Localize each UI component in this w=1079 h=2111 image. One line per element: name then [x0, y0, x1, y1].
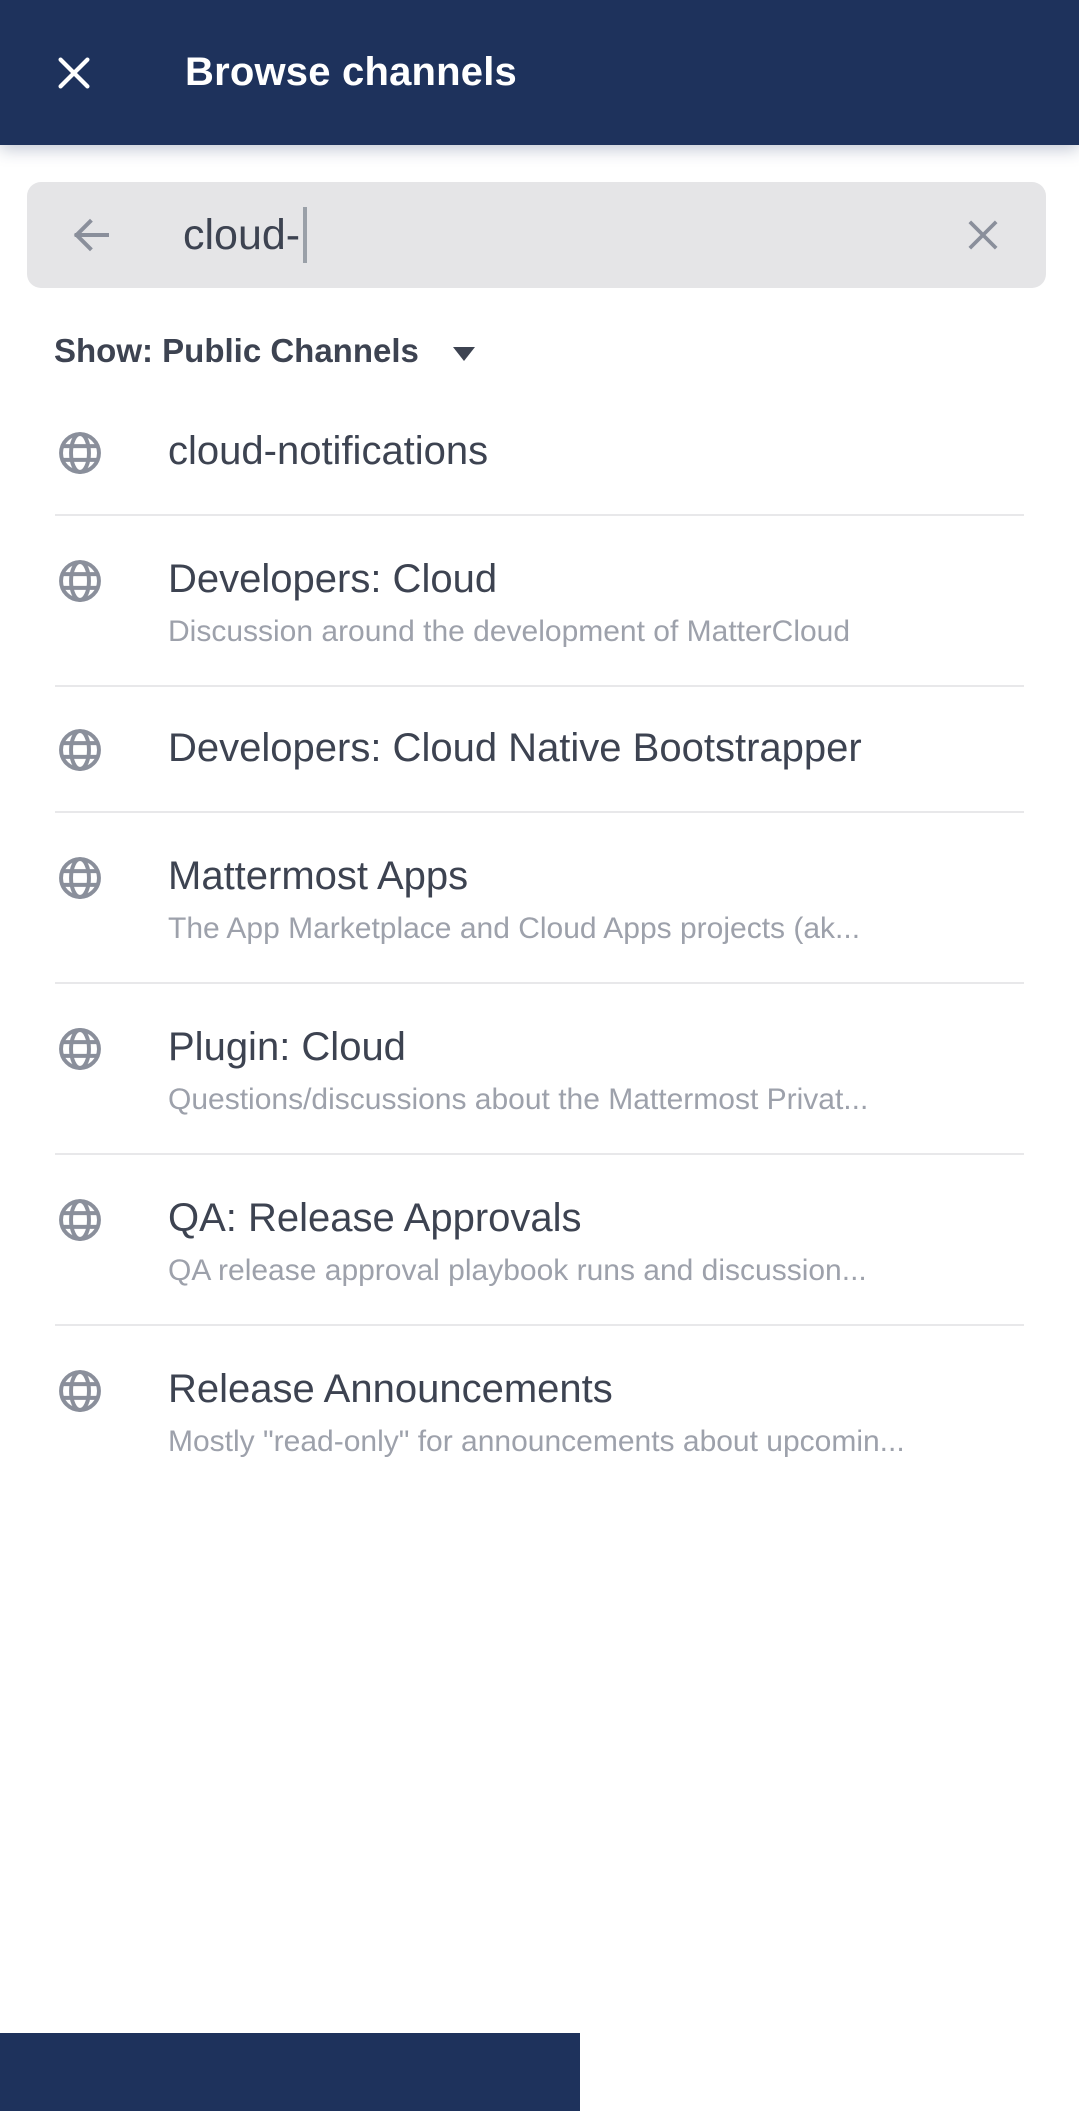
close-icon[interactable]: [45, 44, 103, 102]
channel-list-item[interactable]: QA: Release Approvals QA release approva…: [0, 1155, 1079, 1324]
channel-texts: QA: Release Approvals QA release approva…: [168, 1193, 867, 1290]
globe-icon: [55, 428, 105, 478]
channel-list-item[interactable]: Plugin: Cloud Questions/discussions abou…: [0, 984, 1079, 1153]
channel-name: Mattermost Apps: [168, 851, 860, 901]
globe-icon: [55, 1195, 105, 1245]
channel-name: Developers: Cloud: [168, 554, 850, 604]
channel-description: QA release approval playbook runs and di…: [168, 1252, 867, 1290]
channel-name: Developers: Cloud Native Bootstrapper: [168, 723, 862, 773]
chevron-down-icon: [453, 347, 475, 361]
channel-description: The App Marketplace and Cloud Apps proje…: [168, 910, 860, 948]
channel-list-item[interactable]: Release Announcements Mostly "read-only"…: [0, 1326, 1079, 1495]
bottom-nav-bar: [0, 2033, 580, 2111]
channel-description: Questions/discussions about the Mattermo…: [168, 1081, 868, 1119]
channel-list-item[interactable]: Developers: Cloud Native Bootstrapper: [0, 687, 1079, 811]
channel-type-label: Show: Public Channels: [54, 332, 419, 370]
channel-list-item[interactable]: Developers: Cloud Discussion around the …: [0, 516, 1079, 685]
header: Browse channels: [0, 0, 1079, 145]
channel-texts: Developers: Cloud Discussion around the …: [168, 554, 850, 651]
channel-type-dropdown[interactable]: Show: Public Channels: [54, 332, 475, 370]
globe-icon: [55, 1366, 105, 1416]
channel-texts: Plugin: Cloud Questions/discussions abou…: [168, 1022, 868, 1119]
search-input-value: cloud-: [183, 211, 300, 260]
channel-name: cloud-notifications: [168, 426, 488, 476]
clear-search-button[interactable]: [958, 210, 1008, 260]
globe-icon: [55, 853, 105, 903]
channel-name: Plugin: Cloud: [168, 1022, 868, 1072]
channel-description: Discussion around the development of Mat…: [168, 613, 850, 651]
channel-list-item[interactable]: Mattermost Apps The App Marketplace and …: [0, 813, 1079, 982]
channel-description: Mostly "read-only" for announcements abo…: [168, 1423, 905, 1461]
channel-name: Release Announcements: [168, 1364, 905, 1414]
channel-texts: Release Announcements Mostly "read-only"…: [168, 1364, 905, 1461]
page-title: Browse channels: [185, 50, 517, 95]
channel-texts: Developers: Cloud Native Bootstrapper: [168, 723, 862, 773]
globe-icon: [55, 725, 105, 775]
search-input[interactable]: cloud-: [183, 207, 958, 263]
text-cursor: [303, 207, 307, 263]
channel-list: cloud-notifications Developers: Cloud Di…: [0, 390, 1079, 1495]
channel-texts: Mattermost Apps The App Marketplace and …: [168, 851, 860, 948]
search-bar[interactable]: cloud-: [27, 182, 1046, 288]
channel-list-item[interactable]: cloud-notifications: [0, 390, 1079, 514]
channel-texts: cloud-notifications: [168, 426, 488, 476]
channel-name: QA: Release Approvals: [168, 1193, 867, 1243]
arrow-left-icon[interactable]: [65, 209, 117, 261]
globe-icon: [55, 556, 105, 606]
globe-icon: [55, 1024, 105, 1074]
